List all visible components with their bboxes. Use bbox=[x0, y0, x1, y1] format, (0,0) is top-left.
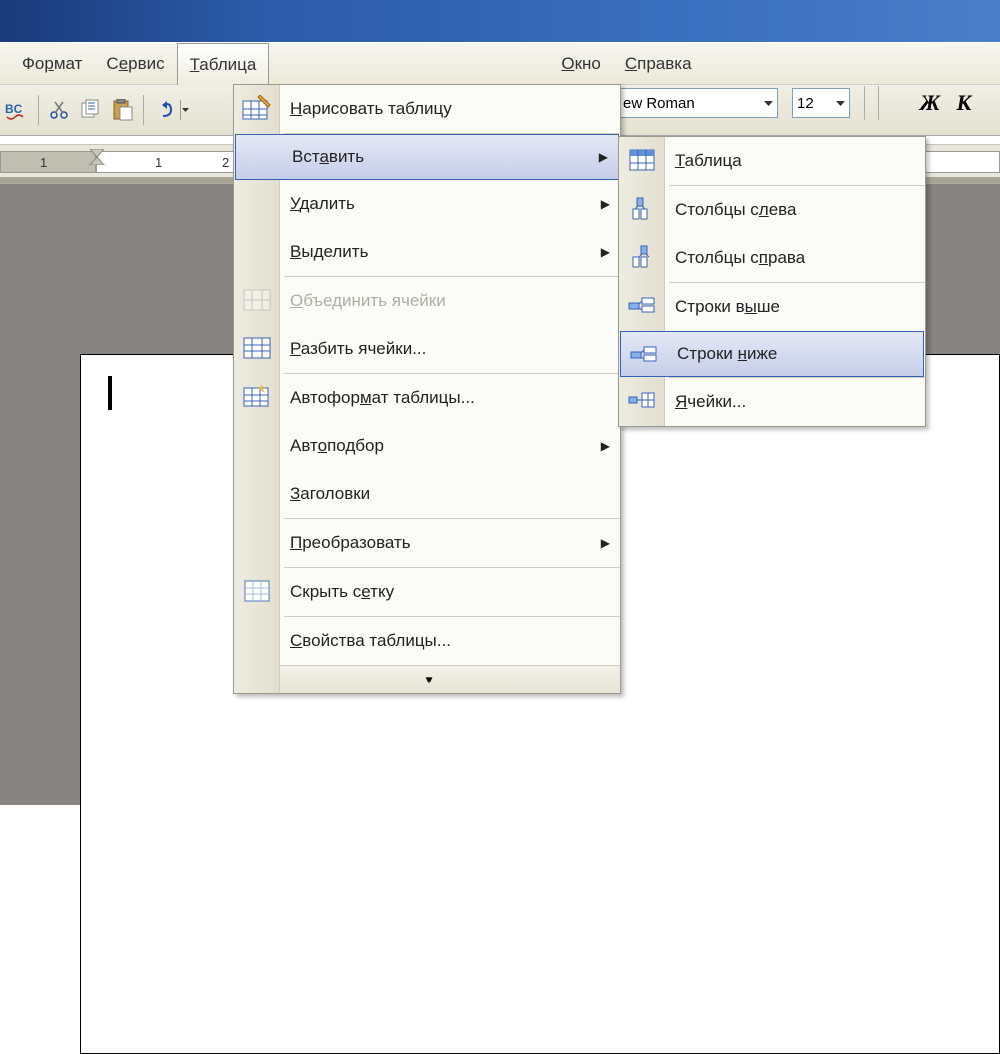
menu-select[interactable]: Выделить ▶ bbox=[234, 228, 620, 276]
split-cells-icon bbox=[238, 329, 276, 367]
menu-help[interactable]: Справка bbox=[613, 43, 704, 84]
cut-button[interactable] bbox=[45, 96, 73, 124]
spellcheck-button[interactable]: BC bbox=[4, 96, 32, 124]
rows-below-icon bbox=[625, 336, 663, 374]
dropdown-arrow-icon bbox=[764, 101, 773, 106]
submenu-rows-below[interactable]: Строки ниже bbox=[620, 331, 924, 377]
menu-bar: Формат Сервис Таблица Окно Справка bbox=[0, 42, 1000, 84]
submenu-arrow-icon: ▶ bbox=[601, 245, 610, 259]
menu-expand-chevron[interactable]: ▾▾ bbox=[234, 665, 620, 693]
title-bar bbox=[0, 0, 1000, 42]
menu-hide-grid[interactable]: Скрыть сетку bbox=[234, 568, 620, 616]
submenu-arrow-icon: ▶ bbox=[601, 536, 610, 550]
rows-above-icon bbox=[623, 287, 661, 325]
hide-grid-icon bbox=[238, 572, 276, 610]
menu-service[interactable]: Сервис bbox=[94, 43, 176, 84]
menu-draw-table[interactable]: Нарисовать таблицу bbox=[234, 85, 620, 133]
paste-button[interactable] bbox=[109, 96, 137, 124]
menu-insert[interactable]: Вставить ▶ bbox=[235, 134, 619, 180]
submenu-arrow-icon: ▶ bbox=[601, 439, 610, 453]
menu-headings[interactable]: Заголовки bbox=[234, 470, 620, 518]
italic-button[interactable]: К bbox=[950, 86, 978, 120]
submenu-columns-left[interactable]: Столбцы слева bbox=[619, 186, 925, 234]
undo-dropdown[interactable] bbox=[180, 100, 190, 120]
copy-button[interactable] bbox=[77, 96, 105, 124]
menu-autoformat-table[interactable]: Автоформат таблицы... bbox=[234, 374, 620, 422]
table-menu: Нарисовать таблицу Вставить ▶ Удалить ▶ … bbox=[233, 84, 621, 694]
font-name-combo[interactable]: ew Roman bbox=[618, 88, 778, 118]
menu-convert[interactable]: Преобразовать ▶ bbox=[234, 519, 620, 567]
cells-icon bbox=[623, 382, 661, 420]
submenu-insert-table[interactable]: Таблица bbox=[619, 137, 925, 185]
submenu-cells[interactable]: Ячейки... bbox=[619, 378, 925, 426]
insert-submenu: Таблица Столбцы слева Столбцы справа Стр… bbox=[618, 136, 926, 427]
menu-format[interactable]: Формат bbox=[10, 43, 94, 84]
svg-text:BC: BC bbox=[5, 102, 23, 116]
draw-table-icon bbox=[238, 89, 276, 127]
menu-table[interactable]: Таблица bbox=[177, 43, 270, 85]
menu-split-cells[interactable]: Разбить ячейки... bbox=[234, 325, 620, 373]
table-icon bbox=[623, 141, 661, 179]
menu-delete[interactable]: Удалить ▶ bbox=[234, 180, 620, 228]
undo-button[interactable] bbox=[150, 96, 178, 124]
text-cursor bbox=[108, 376, 112, 410]
autoformat-icon bbox=[238, 378, 276, 416]
font-size-combo[interactable]: 12 bbox=[792, 88, 850, 118]
columns-right-icon bbox=[623, 238, 661, 276]
submenu-rows-above[interactable]: Строки выше bbox=[619, 283, 925, 331]
submenu-arrow-icon: ▶ bbox=[599, 150, 608, 164]
menu-window[interactable]: Окно bbox=[549, 43, 613, 84]
menu-merge-cells: Объединить ячейки bbox=[234, 277, 620, 325]
menu-autofit[interactable]: Автоподбор ▶ bbox=[234, 422, 620, 470]
submenu-columns-right[interactable]: Столбцы справа bbox=[619, 234, 925, 282]
indent-marker-icon[interactable] bbox=[87, 149, 107, 165]
columns-left-icon bbox=[623, 190, 661, 228]
dropdown-arrow-icon bbox=[836, 101, 845, 106]
merge-cells-icon bbox=[238, 281, 276, 319]
bold-button[interactable]: Ж bbox=[916, 86, 944, 120]
submenu-arrow-icon: ▶ bbox=[601, 197, 610, 211]
menu-table-properties[interactable]: Свойства таблицы... bbox=[234, 617, 620, 665]
chevron-down-icon: ▾▾ bbox=[425, 673, 428, 686]
